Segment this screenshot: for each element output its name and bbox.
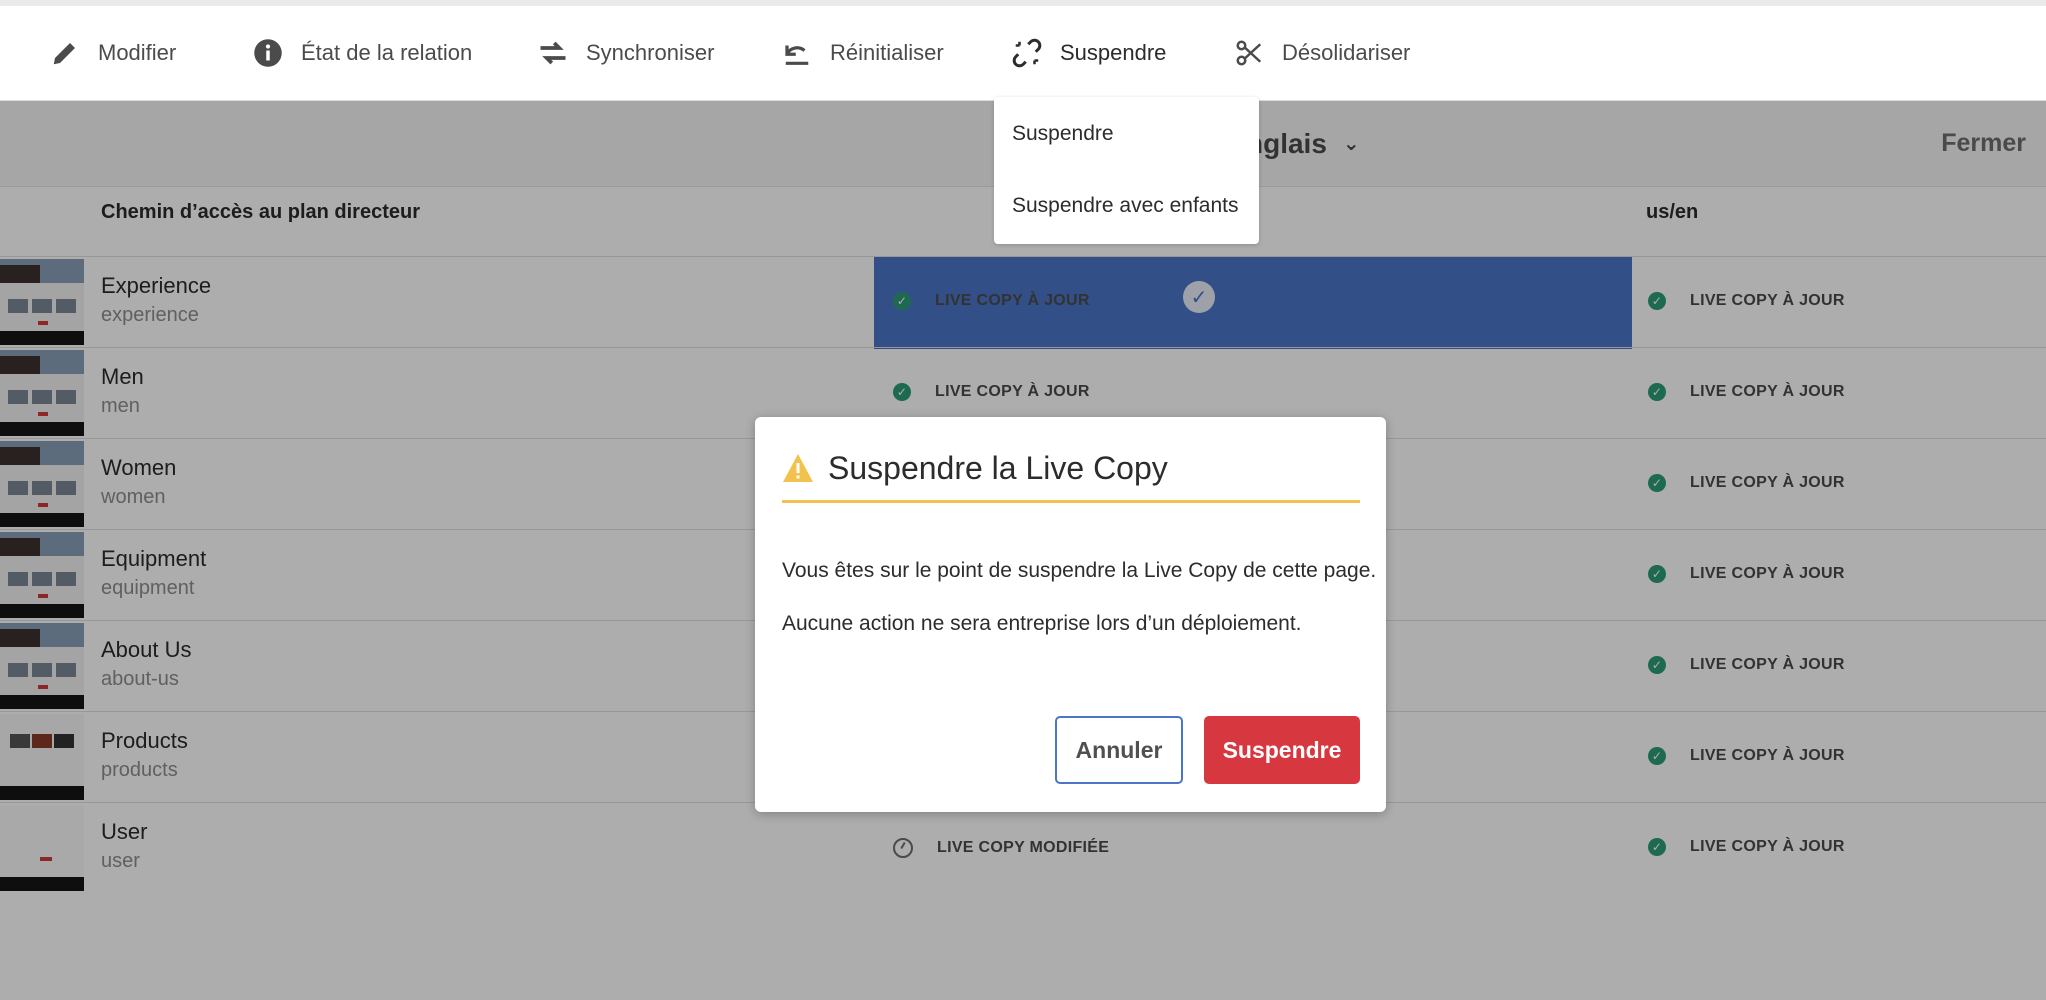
- pencil-icon: [53, 43, 75, 65]
- dialog-title: Suspendre la Live Copy: [828, 449, 1168, 486]
- scissors-icon: [1236, 40, 1262, 66]
- toolbar-synchronize-label: Synchroniser: [586, 40, 715, 65]
- dialog-header: Suspendre la Live Copy: [782, 441, 1360, 495]
- suspend-dropdown-menu: Suspendre Suspendre avec enfants: [994, 97, 1259, 244]
- warning-icon: [783, 454, 813, 482]
- dialog-message-2: Aucune action ne sera entreprise lors d’…: [782, 612, 1302, 635]
- menu-item-suspend[interactable]: Suspendre: [1012, 122, 1114, 146]
- toolbar-reset-button[interactable]: Réinitialiser: [782, 6, 944, 100]
- undo-icon: [785, 45, 809, 65]
- toolbar-edit-label: Modifier: [98, 40, 177, 65]
- broken-link-icon: [1012, 38, 1042, 68]
- toolbar-synchronize-button[interactable]: Synchroniser: [538, 6, 714, 100]
- toolbar-detach-label: Désolidariser: [1282, 40, 1411, 65]
- toolbar-relationship-status-button[interactable]: État de la relation: [253, 6, 472, 100]
- suspend-dialog: Suspendre la Live Copy Vous êtes sur le …: [755, 417, 1386, 812]
- dialog-title-divider: [782, 500, 1360, 503]
- dialog-message-1: Vous êtes sur le point de suspendre la L…: [782, 559, 1377, 582]
- info-icon: [254, 39, 282, 67]
- toolbar-suspend-button[interactable]: Suspendre: [1012, 6, 1166, 100]
- toolbar-edit-button[interactable]: Modifier: [50, 6, 176, 100]
- menu-item-suspend-with-children[interactable]: Suspendre avec enfants: [1012, 194, 1239, 218]
- cancel-button[interactable]: Annuler: [1055, 716, 1183, 784]
- toolbar-reset-label: Réinitialiser: [830, 40, 944, 65]
- toolbar-suspend-label: Suspendre: [1060, 40, 1167, 65]
- sync-arrows-icon: [540, 41, 566, 65]
- action-toolbar: Modifier État de la relation Synchronise…: [0, 6, 2046, 101]
- toolbar-detach-button[interactable]: Désolidariser: [1234, 6, 1410, 100]
- toolbar-relationship-status-label: État de la relation: [301, 40, 473, 65]
- suspend-confirm-button[interactable]: Suspendre: [1204, 716, 1360, 784]
